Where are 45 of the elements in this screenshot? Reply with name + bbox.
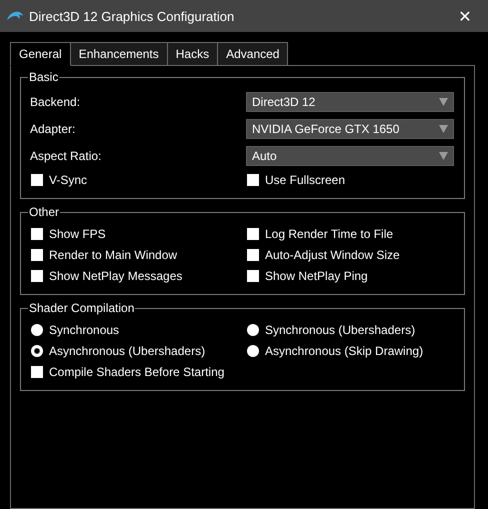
checkbox[interactable]	[247, 270, 259, 282]
dropdown-arrow-icon	[439, 152, 448, 160]
checkbox-label: Render to Main Window	[49, 248, 178, 262]
group-title: Other	[28, 205, 60, 219]
dolphin-icon	[7, 11, 23, 21]
checkbox-label: Auto-Adjust Window Size	[265, 248, 400, 262]
radio-button[interactable]	[247, 344, 259, 356]
radio-label: Synchronous (Ubershaders)	[265, 322, 416, 336]
field-label: Adapter:	[30, 122, 76, 136]
checkbox-label: Use Fullscreen	[265, 172, 346, 186]
radio-label: Asynchronous (Skip Drawing)	[265, 344, 424, 358]
dropdown[interactable]: NVIDIA GeForce GTX 1650	[246, 118, 454, 138]
checkbox-label: Show NetPlay Messages	[49, 268, 182, 282]
checkbox[interactable]	[31, 174, 43, 186]
checkbox[interactable]	[31, 228, 43, 240]
checkbox[interactable]	[247, 174, 259, 186]
window-title: Direct3D 12 Graphics Configuration	[29, 8, 236, 24]
close-button[interactable]: ✕	[450, 1, 480, 31]
field-label: Aspect Ratio:	[30, 148, 102, 162]
checkbox[interactable]	[31, 366, 43, 378]
group-title: Basic	[28, 70, 60, 84]
dropdown-arrow-icon	[439, 124, 448, 132]
checkbox[interactable]	[247, 228, 259, 240]
tab[interactable]: General	[10, 42, 71, 66]
field-label: Backend:	[30, 94, 82, 108]
checkbox[interactable]	[31, 248, 43, 260]
checkbox-label: Log Render Time to File	[265, 226, 394, 240]
checkbox-label: Compile Shaders Before Starting	[49, 364, 224, 378]
radio-label: Synchronous	[49, 322, 120, 336]
dropdown[interactable]: Direct3D 12	[246, 92, 454, 112]
checkbox[interactable]	[31, 270, 43, 282]
dropdown-arrow-icon	[439, 98, 448, 106]
checkbox-label: V-Sync	[49, 172, 88, 186]
radio-button[interactable]	[31, 324, 43, 336]
radio-label: Asynchronous (Ubershaders)	[49, 344, 206, 358]
checkbox-label: Show FPS	[49, 226, 106, 240]
checkbox[interactable]	[247, 248, 259, 260]
checkbox-label: Show NetPlay Ping	[265, 268, 368, 282]
tab[interactable]: Enhancements	[70, 42, 168, 66]
radio-button[interactable]	[247, 324, 259, 336]
group-title: Shader Compilation	[28, 301, 136, 315]
tab[interactable]: Hacks	[166, 42, 218, 66]
radio-button[interactable]	[31, 344, 43, 356]
tab[interactable]: Advanced	[217, 42, 288, 66]
dropdown[interactable]: Auto	[246, 146, 454, 166]
